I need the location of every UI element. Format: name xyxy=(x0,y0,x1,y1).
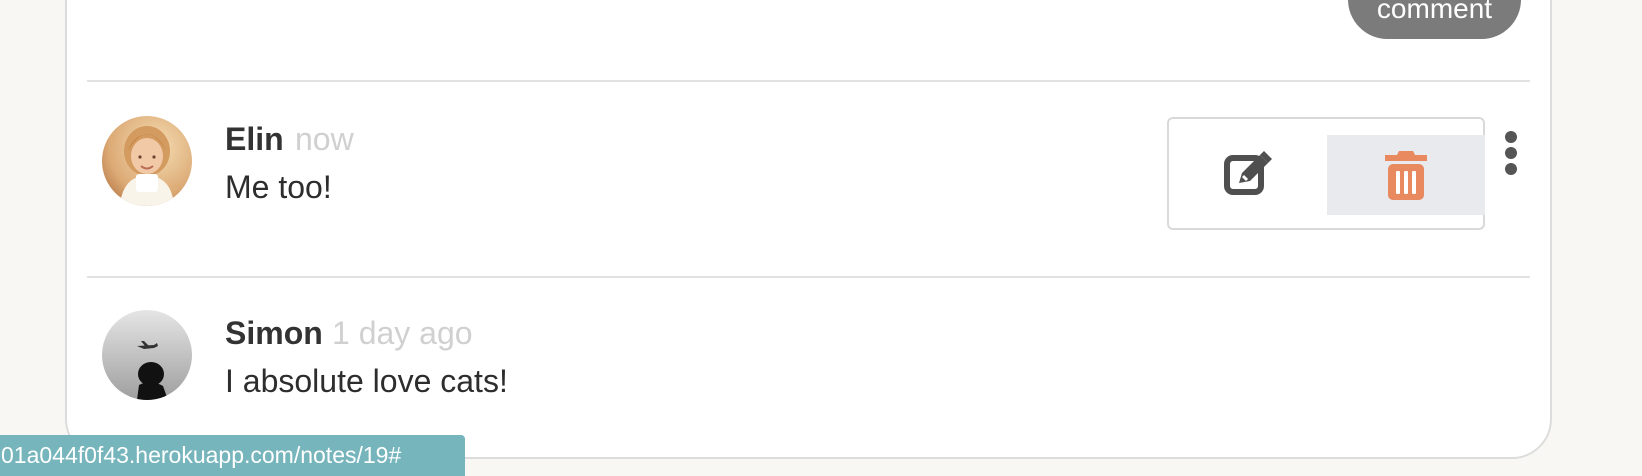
elin-avatar[interactable] xyxy=(102,116,192,206)
comment-menu-button[interactable] xyxy=(1496,126,1526,180)
delete-comment-button[interactable] xyxy=(1327,135,1485,215)
comment-author[interactable]: Elin xyxy=(225,121,284,158)
woman-with-cup-avatar xyxy=(102,116,192,206)
comment-author[interactable]: Simon xyxy=(225,315,323,352)
comment-text: I absolute love cats! xyxy=(225,363,508,399)
comment-actions-popover xyxy=(1167,117,1485,230)
more-vertical-icon xyxy=(1505,131,1517,175)
comment-timestamp: now xyxy=(295,121,354,157)
edit-comment-button[interactable] xyxy=(1169,135,1327,215)
link-preview-url: 01a044f0f43.herokuapp.com/notes/19# xyxy=(0,435,465,476)
trash-icon xyxy=(1385,151,1427,200)
comment-divider xyxy=(87,80,1530,82)
comment-divider xyxy=(87,276,1530,278)
man-looking-at-plane-avatar xyxy=(102,310,192,400)
comment-submit-label: comment xyxy=(1376,0,1493,24)
comment-text: Me too! xyxy=(225,169,332,205)
comment-timestamp: 1 day ago xyxy=(332,315,473,351)
edit-icon xyxy=(1224,151,1272,195)
comment-submit-button[interactable]: comment xyxy=(1348,0,1521,39)
simon-avatar[interactable] xyxy=(102,310,192,400)
